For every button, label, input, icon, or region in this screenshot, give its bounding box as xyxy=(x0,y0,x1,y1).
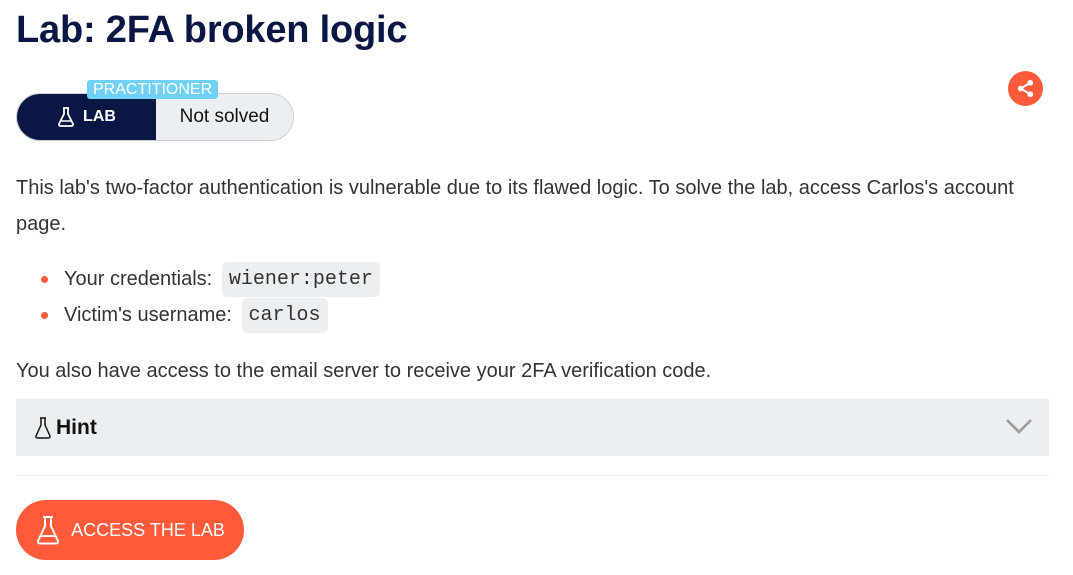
bullet xyxy=(41,312,48,319)
lab-status: Not solved xyxy=(156,94,293,140)
page-title: Lab: 2FA broken logic xyxy=(16,9,408,51)
flask-icon xyxy=(58,107,75,127)
level-tag: PRACTITIONER xyxy=(87,80,219,99)
lab-badge: PRACTITIONER LAB Not solved xyxy=(16,80,296,142)
bullet xyxy=(41,276,48,283)
hint-toggle[interactable]: Hint xyxy=(16,399,1049,456)
credential-value: carlos xyxy=(241,298,328,334)
chevron-down-icon[interactable] xyxy=(1005,415,1033,437)
share-button[interactable] xyxy=(1008,71,1043,106)
email-note: You also have access to the email server… xyxy=(16,360,712,382)
credential-label: Your credentials: xyxy=(64,268,213,290)
credentials-list: Your credentials: wiener:peter Victim's … xyxy=(16,261,380,334)
share-icon xyxy=(1017,79,1034,98)
lab-type: LAB xyxy=(17,94,156,140)
list-item: Your credentials: wiener:peter xyxy=(16,261,380,298)
list-item: Victim's username: carlos xyxy=(16,297,380,334)
divider xyxy=(16,475,1049,476)
lab-type-label: LAB xyxy=(83,108,116,125)
credential-value: wiener:peter xyxy=(221,262,380,298)
flask-icon xyxy=(35,416,51,439)
hint-label: Hint xyxy=(56,415,97,439)
access-lab-label: ACCESS THE LAB xyxy=(71,519,225,540)
access-lab-button[interactable]: ACCESS THE LAB xyxy=(16,500,244,560)
credential-label: Victim's username: xyxy=(64,304,232,326)
flask-icon xyxy=(37,516,60,545)
lab-description: This lab's two-factor authentication is … xyxy=(16,177,1014,235)
